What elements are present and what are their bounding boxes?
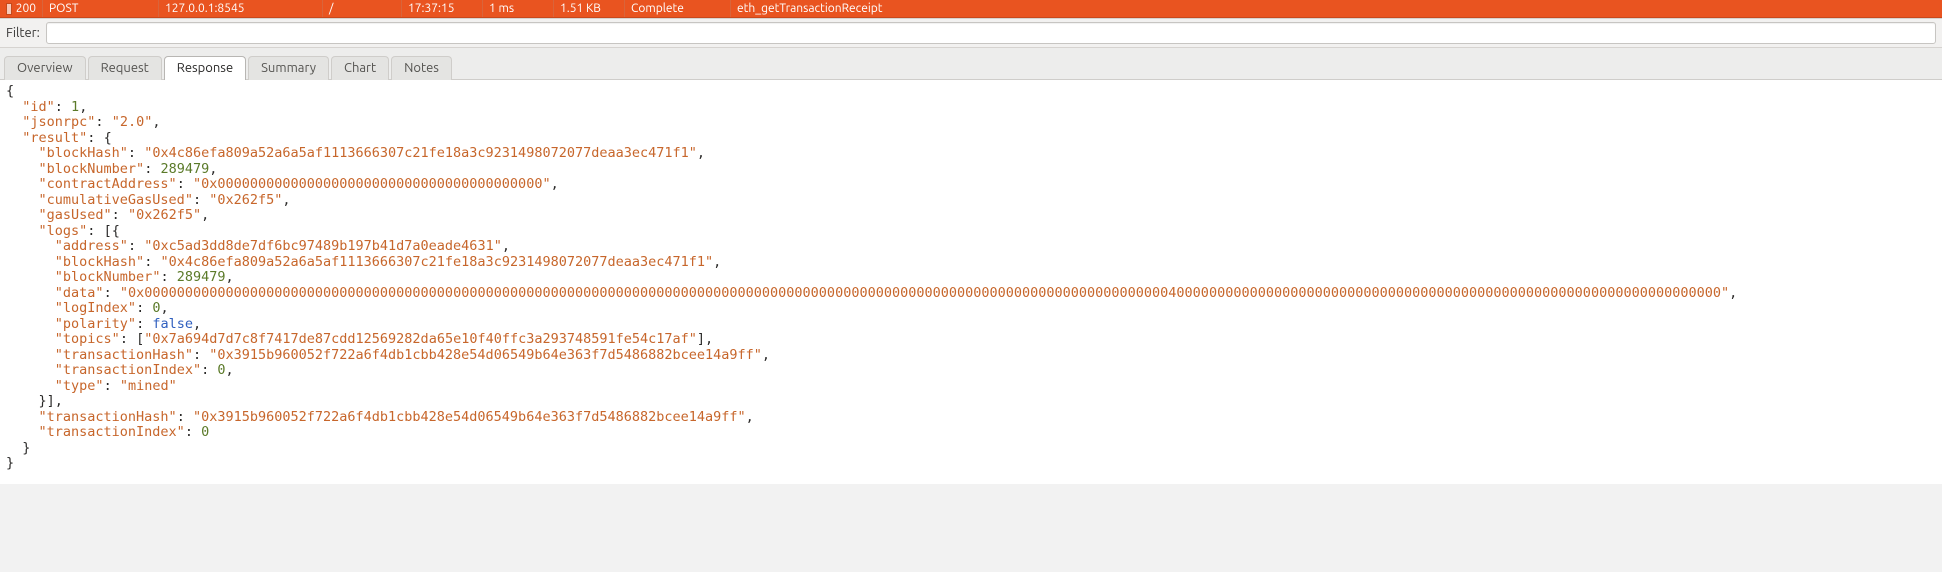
tab-overview[interactable]: Overview: [4, 56, 86, 80]
tab-response[interactable]: Response: [164, 56, 246, 80]
path-cell: /: [323, 0, 401, 17]
tab-bar: OverviewRequestResponseSummaryChartNotes: [0, 48, 1942, 80]
tab-notes[interactable]: Notes: [391, 56, 452, 80]
time-cell: 17:37:15: [402, 0, 482, 17]
filter-label: Filter:: [6, 26, 40, 40]
filter-bar: Filter:: [0, 18, 1942, 48]
filter-input[interactable]: [46, 22, 1936, 44]
host-cell: 127.0.0.1:8545: [159, 0, 322, 17]
response-body[interactable]: { "id": 1, "jsonrpc": "2.0", "result": {…: [0, 80, 1942, 484]
tab-chart[interactable]: Chart: [331, 56, 389, 80]
size-cell: 1.51 KB: [554, 0, 624, 17]
status-cell: 200: [0, 0, 42, 17]
duration-cell: 1 ms: [483, 0, 553, 17]
tab-request[interactable]: Request: [88, 56, 162, 80]
document-icon: [6, 3, 12, 15]
method-cell: POST: [43, 0, 158, 17]
state-cell: Complete: [625, 0, 730, 17]
status-code: 200: [16, 0, 36, 18]
rpc-name-cell: eth_getTransactionReceipt: [731, 0, 1942, 17]
request-row[interactable]: 200 POST 127.0.0.1:8545 / 17:37:15 1 ms …: [0, 0, 1942, 18]
tab-summary[interactable]: Summary: [248, 56, 329, 80]
